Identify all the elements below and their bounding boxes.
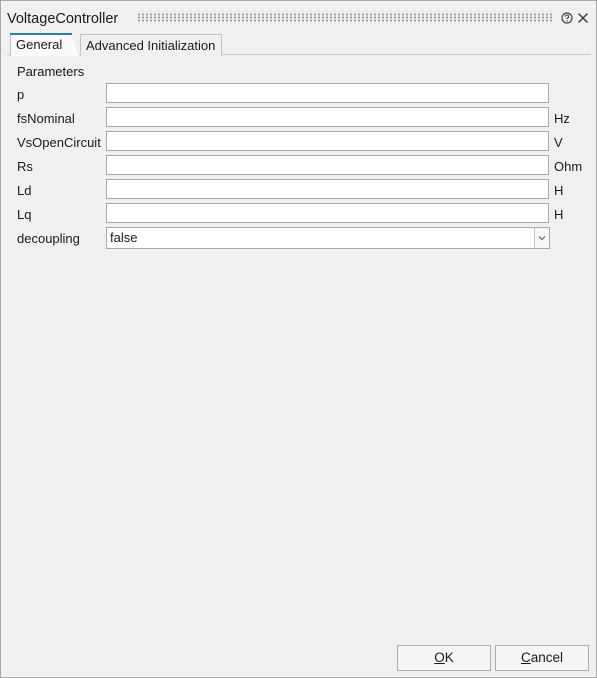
ok-button-label-rest: K	[444, 650, 454, 665]
ok-button-mnemonic: O	[434, 650, 445, 665]
decoupling-select[interactable]: false	[106, 227, 550, 249]
param-field-rs[interactable]	[106, 155, 549, 175]
ok-button[interactable]: OK	[397, 645, 491, 671]
title-bar[interactable]: VoltageController	[1, 1, 596, 31]
param-field-ld[interactable]	[106, 179, 549, 199]
param-unit-lq: H	[554, 207, 564, 222]
param-field-lq[interactable]	[106, 203, 549, 223]
param-field-vsopencircuit[interactable]	[106, 131, 549, 151]
cancel-button-label-rest: ancel	[530, 650, 564, 665]
decoupling-label: decoupling	[17, 231, 80, 246]
decoupling-dropdown-button[interactable]	[534, 228, 549, 248]
chevron-down-icon	[538, 236, 546, 241]
param-unit-rs: Ohm	[554, 159, 583, 174]
tab-general[interactable]: General	[10, 33, 79, 56]
param-unit-fsnominal: Hz	[554, 111, 570, 126]
param-unit-ld: H	[554, 183, 564, 198]
param-label-rs: Rs	[17, 159, 33, 174]
help-icon[interactable]	[561, 12, 573, 24]
drag-grip[interactable]	[137, 13, 553, 22]
cancel-button[interactable]: Cancel	[495, 645, 589, 671]
param-label-vsopencircuit: VsOpenCircuit	[17, 135, 101, 150]
tab-advanced-initialization-label: Advanced Initialization	[86, 38, 216, 53]
dialog-window: VoltageController General Advanced Initi…	[0, 0, 597, 678]
window-title: VoltageController	[7, 11, 119, 27]
close-icon[interactable]	[577, 12, 589, 24]
param-field-p[interactable]	[106, 83, 549, 103]
param-label-p: p	[17, 87, 25, 102]
param-label-fsnominal: fsNominal	[17, 111, 75, 126]
cancel-button-mnemonic: C	[520, 650, 531, 665]
param-label-lq: Lq	[17, 207, 32, 222]
parameters-heading: Parameters	[17, 64, 85, 79]
decoupling-value: false	[110, 230, 138, 245]
param-unit-vsopencircuit: V	[554, 135, 563, 150]
param-field-fsnominal[interactable]	[106, 107, 549, 127]
tab-advanced-initialization[interactable]: Advanced Initialization	[80, 34, 222, 56]
param-label-ld: Ld	[17, 183, 32, 198]
tab-general-label: General	[16, 37, 63, 52]
